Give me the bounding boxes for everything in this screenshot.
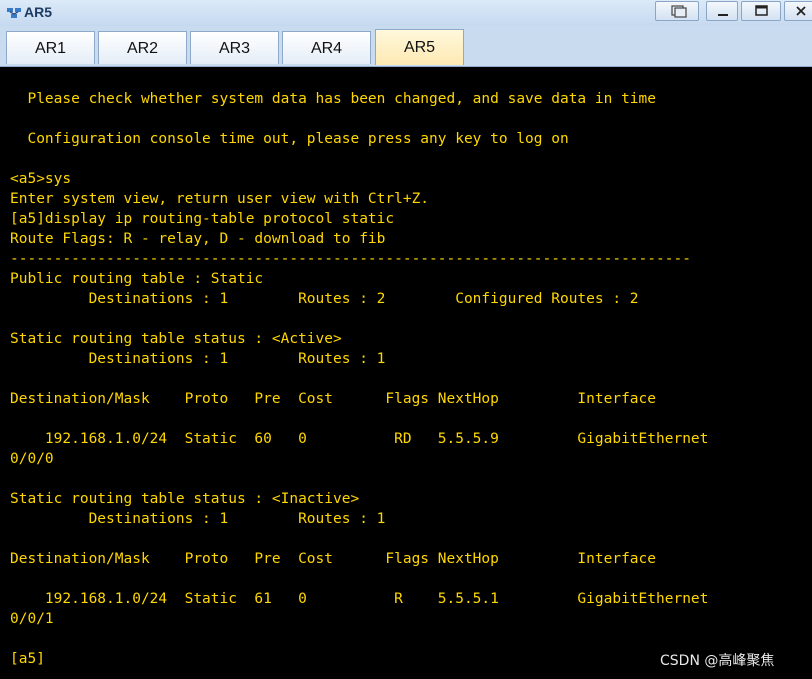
console-line: Enter system view, return user view with… bbox=[10, 191, 430, 207]
console-line: ----------------------------------------… bbox=[10, 251, 691, 267]
tab-ar2[interactable]: AR2 bbox=[98, 31, 187, 64]
maximize-button[interactable] bbox=[741, 1, 781, 21]
console-line: 0/0/1 bbox=[10, 611, 54, 627]
console-line: Destination/Mask Proto Pre Cost Flags Ne… bbox=[10, 551, 657, 567]
console-line: Destinations : 1 Routes : 1 bbox=[10, 511, 386, 527]
console-line: [a5]display ip routing-table protocol st… bbox=[10, 211, 395, 227]
tab-bar: AR1 AR2 AR3 AR4 AR5 bbox=[0, 26, 812, 67]
tab-ar4[interactable]: AR4 bbox=[282, 31, 371, 64]
terminal-console[interactable]: Please check whether system data has bee… bbox=[4, 67, 812, 679]
console-line: Public routing table : Static bbox=[10, 271, 264, 287]
watermark: CSDN @高峰聚焦 bbox=[660, 653, 775, 669]
window-title: AR5 bbox=[24, 4, 53, 20]
console-line: 192.168.1.0/24 Static 61 0 R 5.5.5.1 Gig… bbox=[10, 591, 709, 607]
minimize-button[interactable] bbox=[706, 1, 738, 21]
console-line: Destinations : 1 Routes : 1 bbox=[10, 351, 386, 367]
tab-ar3[interactable]: AR3 bbox=[190, 31, 279, 64]
console-line: Route Flags: R - relay, D - download to … bbox=[10, 231, 386, 247]
maximize-icon bbox=[755, 5, 768, 16]
console-line: Destination/Mask Proto Pre Cost Flags Ne… bbox=[10, 391, 657, 407]
console-line: 0/0/0 bbox=[10, 451, 54, 467]
close-button[interactable] bbox=[784, 1, 812, 21]
title-bar: AR5 bbox=[0, 0, 812, 27]
console-line: Please check whether system data has bee… bbox=[10, 91, 657, 107]
console-line: Static routing table status : <Inactive> bbox=[10, 491, 360, 507]
console-line: Destinations : 1 Routes : 2 Configured R… bbox=[10, 291, 639, 307]
close-icon bbox=[796, 6, 806, 16]
console-line: [a5] bbox=[10, 651, 45, 667]
minimize-icon bbox=[718, 14, 728, 16]
console-line: <a5>sys bbox=[10, 171, 72, 187]
console-line: 192.168.1.0/24 Static 60 0 RD 5.5.5.9 Gi… bbox=[10, 431, 709, 447]
app-icon bbox=[7, 8, 21, 18]
restore-icon bbox=[671, 5, 687, 18]
console-line: Configuration console time out, please p… bbox=[10, 131, 569, 147]
tab-ar1[interactable]: AR1 bbox=[6, 31, 95, 64]
tab-ar5[interactable]: AR5 bbox=[375, 29, 464, 65]
console-line: Static routing table status : <Active> bbox=[10, 331, 342, 347]
restore-button[interactable] bbox=[655, 1, 699, 21]
